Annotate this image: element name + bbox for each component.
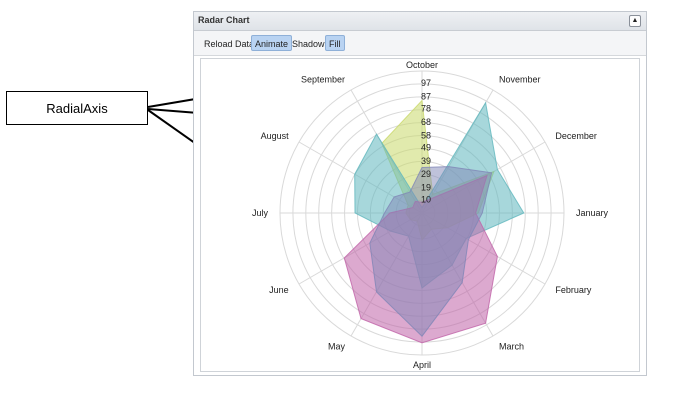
- fill-button[interactable]: Fill: [325, 35, 345, 51]
- category-label-september: September: [301, 75, 345, 85]
- category-label-december: December: [555, 131, 597, 141]
- radial-tick-label: 39: [421, 156, 431, 166]
- category-label-april: April: [413, 360, 431, 370]
- toolbar: Reload Data Animate Shadow Fill: [194, 31, 646, 56]
- reload-data-button[interactable]: Reload Data: [200, 35, 258, 51]
- collapse-icon[interactable]: ▲: [629, 15, 641, 27]
- radial-tick-label: 49: [421, 142, 431, 152]
- callout-label: RadialAxis: [46, 100, 108, 116]
- category-label-november: November: [499, 75, 541, 85]
- panel-title: Radar Chart: [198, 15, 250, 25]
- shadow-button[interactable]: Shadow: [288, 35, 329, 51]
- category-label-january: January: [576, 208, 609, 218]
- radar-chart: 10 19 29 39 49 58 68 78 87 97 October November Decem…: [252, 60, 609, 370]
- category-label-july: July: [252, 208, 269, 218]
- category-label-march: March: [499, 341, 524, 351]
- category-label-may: May: [328, 341, 346, 351]
- panel-header: Radar Chart ▲: [194, 12, 646, 31]
- radial-tick-label: 68: [421, 117, 431, 127]
- radial-tick-label: 97: [421, 78, 431, 88]
- radial-tick-label: 87: [421, 91, 431, 101]
- category-label-august: August: [261, 131, 290, 141]
- radial-tick-label: 10: [421, 195, 431, 205]
- radar-chart-panel: Radar Chart ▲ Reload Data Animate Shadow…: [193, 11, 647, 376]
- category-label-june: June: [269, 285, 289, 295]
- radial-tick-label: 29: [421, 169, 431, 179]
- radial-tick-label: 19: [421, 183, 431, 193]
- category-label-october: October: [406, 60, 438, 70]
- chart-area: 10 19 29 39 49 58 68 78 87 97 October November Decem…: [200, 58, 640, 372]
- radial-tick-label: 78: [421, 104, 431, 114]
- category-label-february: February: [555, 285, 592, 295]
- radial-tick-label: 58: [421, 130, 431, 140]
- animate-button[interactable]: Animate: [251, 35, 293, 51]
- radial-axis-callout: RadialAxis: [6, 91, 148, 125]
